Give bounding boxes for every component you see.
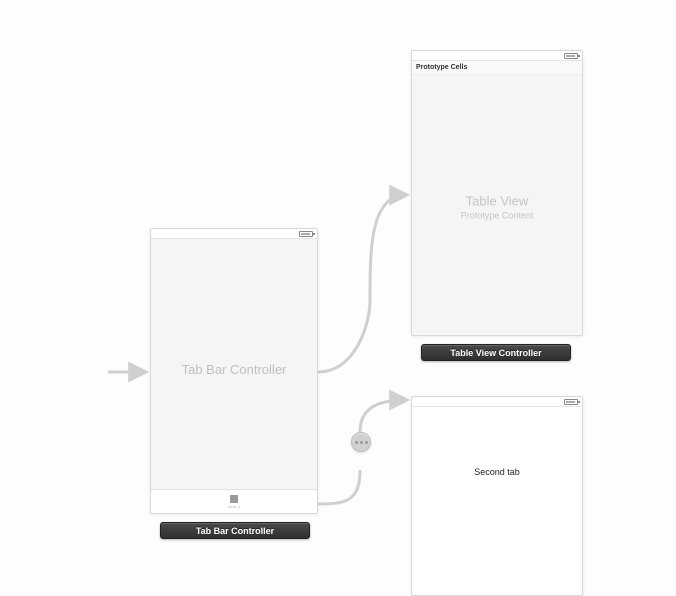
relationship-segue-icon[interactable] <box>351 432 371 452</box>
table-view-subtitle: Prototype Content <box>412 211 582 221</box>
tab-bar-controller-placeholder: Tab Bar Controller <box>151 362 317 377</box>
table-view-controller-scene[interactable]: Prototype Cells Table View Prototype Con… <box>411 50 583 336</box>
status-bar <box>151 229 317 239</box>
second-tab-scene[interactable]: Second tab <box>411 396 583 596</box>
table-view-placeholder: Table View Prototype Content <box>412 194 582 221</box>
tab-bar-controller-scene[interactable]: Tab Bar Controller Item 2 <box>150 228 318 514</box>
battery-icon <box>564 53 578 59</box>
scene-caption-table-view-controller[interactable]: Table View Controller <box>421 344 571 361</box>
status-bar <box>412 397 582 407</box>
tab-square-icon <box>230 495 238 503</box>
tab-bar[interactable]: Item 2 <box>151 489 317 513</box>
second-tab-label: Second tab <box>412 467 582 477</box>
scene-caption-tab-bar-controller[interactable]: Tab Bar Controller <box>160 522 310 539</box>
tab-item-label: Item 2 <box>228 504 240 509</box>
battery-icon <box>564 399 578 405</box>
prototype-cells-label: Prototype Cells <box>416 64 467 71</box>
table-view-title: Table View <box>412 194 582 209</box>
prototype-cells-header: Prototype Cells <box>412 61 582 75</box>
status-bar <box>412 51 582 61</box>
battery-icon <box>299 231 313 237</box>
